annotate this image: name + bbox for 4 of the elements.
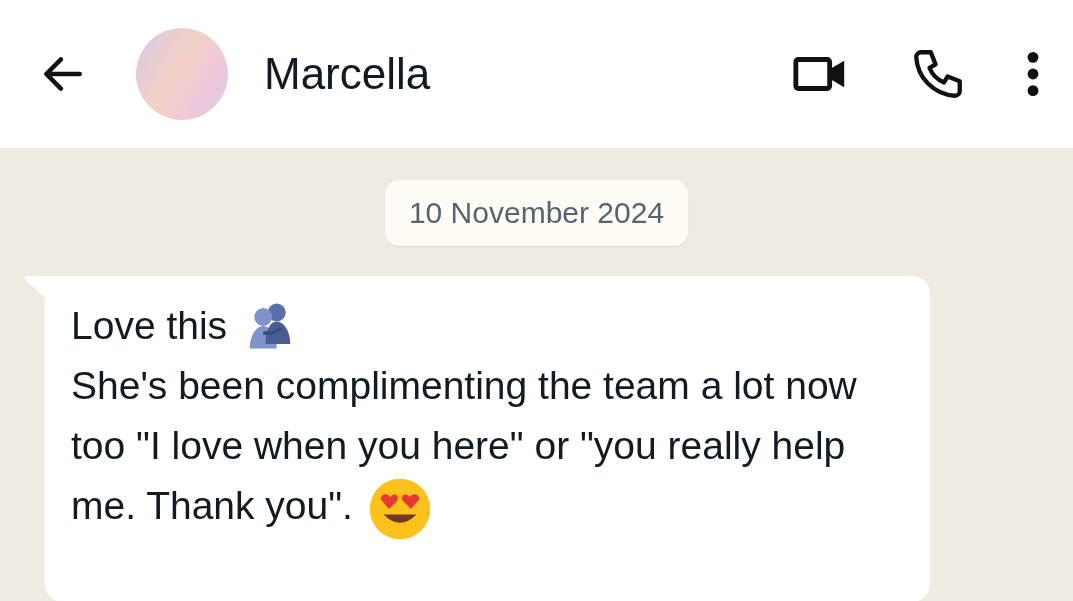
message-text: Love this — [71, 303, 228, 349]
message-text: She's been complimenting the team a lot now too "I love when you here" or "you really help me. Thank you". — [71, 356, 900, 542]
contact-name[interactable]: Marcella — [264, 49, 731, 99]
date-chip: 10 November 2024 — [384, 180, 689, 246]
